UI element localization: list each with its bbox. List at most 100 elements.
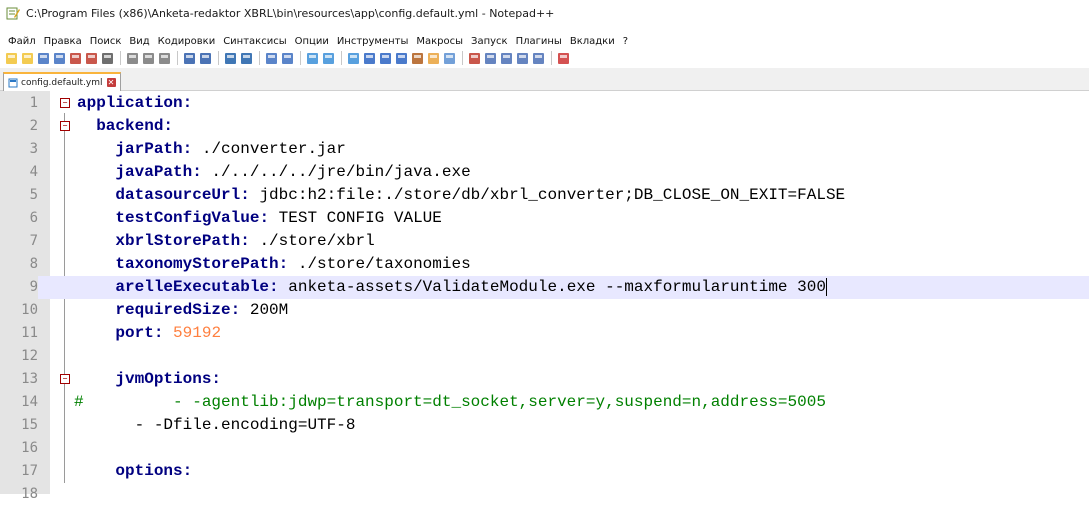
code-line[interactable]: 13 − jvmOptions: [0, 368, 1089, 391]
zoom-out-icon[interactable] [280, 51, 294, 65]
code-text: options: [77, 460, 192, 483]
yaml-separator: : [182, 140, 193, 158]
yaml-number: 59192 [173, 324, 222, 342]
code-line[interactable]: 9 arelleExecutable: anketa-assets/Valida… [0, 276, 1089, 299]
menu-item-2[interactable]: Поиск [86, 36, 126, 47]
yaml-value: TEST CONFIG VALUE [269, 209, 442, 227]
yaml-separator: : [182, 462, 193, 480]
paste-icon[interactable] [157, 51, 171, 65]
menu-item-10[interactable]: Плагины [512, 36, 566, 47]
code-line[interactable]: 11 port: 59192 [0, 322, 1089, 345]
code-line[interactable]: 5 datasourceUrl: jdbc:h2:file:./store/db… [0, 184, 1089, 207]
function-list-icon[interactable] [394, 51, 408, 65]
code-text: jarPath: ./converter.jar [77, 138, 346, 161]
line-number: 17 [21, 463, 38, 479]
fold-toggle-icon[interactable]: − [60, 98, 70, 108]
code-text: jvmOptions: [77, 368, 221, 391]
code-line[interactable]: 6 testConfigValue: TEST CONFIG VALUE [0, 207, 1089, 230]
copy-icon[interactable] [141, 51, 155, 65]
doc-map-icon[interactable] [410, 51, 424, 65]
menu-item-5[interactable]: Синтаксисы [219, 36, 290, 47]
menu-item-6[interactable]: Опции [291, 36, 333, 47]
code-line[interactable]: 12 [0, 345, 1089, 368]
indent-guide-icon[interactable] [378, 51, 392, 65]
comment-text: - -agentlib:jdwp=transport=dt_socket,ser… [77, 393, 826, 411]
menu-item-0[interactable]: Файл [0, 36, 40, 47]
code-line[interactable]: 1 − application: [0, 92, 1089, 115]
find-icon[interactable] [223, 51, 237, 65]
zoom-in-icon[interactable] [264, 51, 278, 65]
save-all-icon[interactable] [52, 51, 66, 65]
yaml-key: jvmOptions [115, 370, 212, 388]
undo-icon[interactable] [182, 51, 196, 65]
code-line[interactable]: 8 taxonomyStorePath: ./store/taxonomies [0, 253, 1089, 276]
toolbar-separator [177, 51, 178, 65]
close-icon[interactable] [68, 51, 82, 65]
code-text: port: 59192 [77, 322, 221, 345]
yaml-value: ./converter.jar [192, 140, 346, 158]
code-editor[interactable]: 1− application: 2− backend: 3 jarPath: ./co… [0, 91, 1089, 502]
redo-icon[interactable] [198, 51, 212, 65]
menu-item-11[interactable]: Вкладки [566, 36, 619, 47]
yaml-separator: : [240, 186, 250, 204]
fold-toggle-icon[interactable]: − [60, 121, 70, 131]
yaml-key: application [77, 94, 183, 112]
run-macro-multiple-icon[interactable] [515, 51, 529, 65]
close-all-icon[interactable] [84, 51, 98, 65]
word-wrap-icon[interactable] [346, 51, 360, 65]
tab-config-default-yml[interactable]: config.default.yml ✕ [3, 72, 121, 91]
print-icon[interactable] [100, 51, 114, 65]
code-text: xbrlStorePath: ./store/xbrl [77, 230, 374, 253]
title-bar: C:\Program Files (x86)\Anketa-redaktor X… [0, 0, 1089, 26]
yaml-separator: : [153, 324, 164, 342]
yaml-separator: : [211, 370, 222, 388]
toolbar-separator [259, 51, 260, 65]
code-line[interactable]: 4 javaPath: ./../../../jre/bin/java.exe [0, 161, 1089, 184]
line-number: 9 [0, 276, 38, 299]
play-macro-icon[interactable] [499, 51, 513, 65]
monitor-icon[interactable] [442, 51, 456, 65]
menu-item-7[interactable]: Инструменты [333, 36, 413, 47]
show-all-chars-icon[interactable] [362, 51, 376, 65]
cut-icon[interactable] [125, 51, 139, 65]
code-line[interactable]: 17 options: [0, 460, 1089, 483]
new-file-icon[interactable] [4, 51, 18, 65]
code-line[interactable]: 18 [0, 483, 1089, 506]
menu-item-3[interactable]: Вид [125, 36, 153, 47]
menu-item-9[interactable]: Запуск [467, 36, 512, 47]
file-saved-icon [8, 78, 18, 87]
code-line[interactable]: 3 jarPath: ./converter.jar [0, 138, 1089, 161]
yaml-separator: : [163, 117, 174, 135]
code-line[interactable]: 15 - -Dfile.encoding=UTF-8 [0, 414, 1089, 437]
menu-item-1[interactable]: Правка [40, 36, 86, 47]
folder-workspace-icon[interactable] [426, 51, 440, 65]
yaml-value: 200M [240, 301, 289, 319]
replace-icon[interactable] [239, 51, 253, 65]
open-file-icon[interactable] [20, 51, 34, 65]
line-number: 10 [21, 302, 38, 318]
save-icon[interactable] [36, 51, 50, 65]
code-line[interactable]: 2 − backend: [0, 115, 1089, 138]
tab-close-icon[interactable]: ✕ [106, 78, 116, 87]
line-number: 1 [29, 95, 38, 111]
stop-macro-icon[interactable] [483, 51, 497, 65]
code-line[interactable]: 10 requiredSize: 200M [0, 299, 1089, 322]
fold-toggle-icon[interactable]: − [60, 374, 70, 384]
spell-check-icon[interactable] [556, 51, 570, 65]
code-line[interactable]: 16 [0, 437, 1089, 460]
code-line[interactable]: 14 # - -agentlib:jdwp=transport=dt_socket… [0, 391, 1089, 414]
yaml-key: arelleExecutable [115, 278, 270, 296]
yaml-key: requiredSize [115, 301, 231, 319]
menu-item-4[interactable]: Кодировки [154, 36, 220, 47]
record-macro-icon[interactable] [467, 51, 481, 65]
menu-item-8[interactable]: Макросы [412, 36, 467, 47]
sync-horizontal-icon[interactable] [321, 51, 335, 65]
save-macro-icon[interactable] [531, 51, 545, 65]
sync-vertical-icon[interactable] [305, 51, 319, 65]
menu-item-12[interactable]: ? [619, 36, 632, 47]
code-line[interactable]: 7 xbrlStorePath: ./store/xbrl [0, 230, 1089, 253]
